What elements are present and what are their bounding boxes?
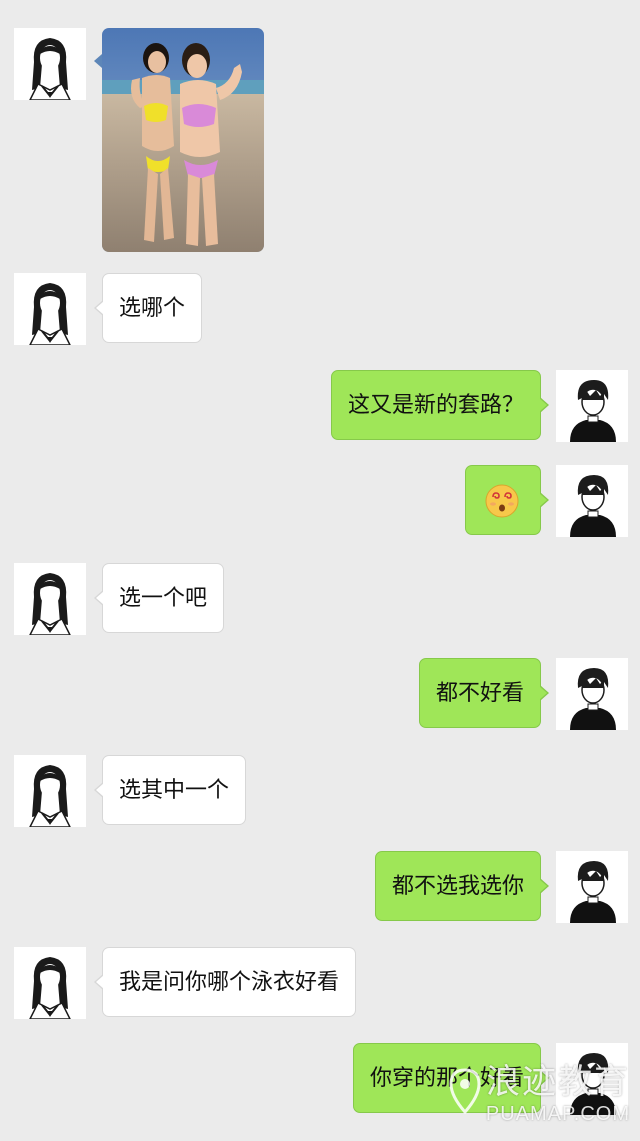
girl-avatar[interactable] (14, 563, 86, 635)
message-row-outgoing: 这又是新的套路？ (0, 370, 640, 442)
message-bubble-outgoing[interactable]: 都不选我选你 (374, 851, 550, 921)
boy-avatar[interactable] (556, 465, 628, 537)
message-bubble-outgoing[interactable]: 都不好看 (418, 658, 550, 728)
dizzy-face-emoji-icon (485, 484, 519, 518)
girl-avatar[interactable] (14, 755, 86, 827)
message-row-outgoing (0, 465, 640, 537)
girl-avatar[interactable] (14, 28, 86, 100)
girl-avatar[interactable] (14, 947, 86, 1019)
message-row-outgoing: 都不好看 (0, 658, 640, 730)
girl-avatar[interactable] (14, 273, 86, 345)
message-bubble-outgoing[interactable] (465, 465, 549, 535)
message-row-incoming (0, 28, 640, 252)
message-row-incoming: 我是问你哪个泳衣好看 (0, 947, 640, 1019)
chat-conversation: 选哪个 这又是新的套路？ 选一个吧 都不好看 选其中一个 都不选我选你 我是问你… (0, 0, 640, 1141)
message-bubble-incoming[interactable]: 选一个吧 (93, 563, 225, 633)
watermark-title: 浪迹教育 (486, 1062, 630, 1102)
message-bubble-incoming[interactable]: 我是问你哪个泳衣好看 (93, 947, 357, 1017)
message-row-incoming: 选其中一个 (0, 755, 640, 827)
message-bubble-incoming[interactable]: 选哪个 (93, 273, 203, 343)
boy-avatar[interactable] (556, 851, 628, 923)
boy-avatar[interactable] (556, 658, 628, 730)
message-bubble-incoming[interactable]: 选其中一个 (93, 755, 247, 825)
beach-photo-message[interactable] (102, 28, 264, 252)
message-row-outgoing: 都不选我选你 (0, 851, 640, 923)
watermark: 浪迹教育 PUAMAP.COM (430, 1062, 630, 1134)
message-row-incoming: 选一个吧 (0, 563, 640, 635)
message-bubble-outgoing[interactable]: 这又是新的套路？ (330, 370, 550, 440)
location-pin-icon (449, 1068, 481, 1114)
watermark-url: PUAMAP.COM (485, 1103, 630, 1125)
boy-avatar[interactable] (556, 370, 628, 442)
message-row-incoming: 选哪个 (0, 273, 640, 345)
